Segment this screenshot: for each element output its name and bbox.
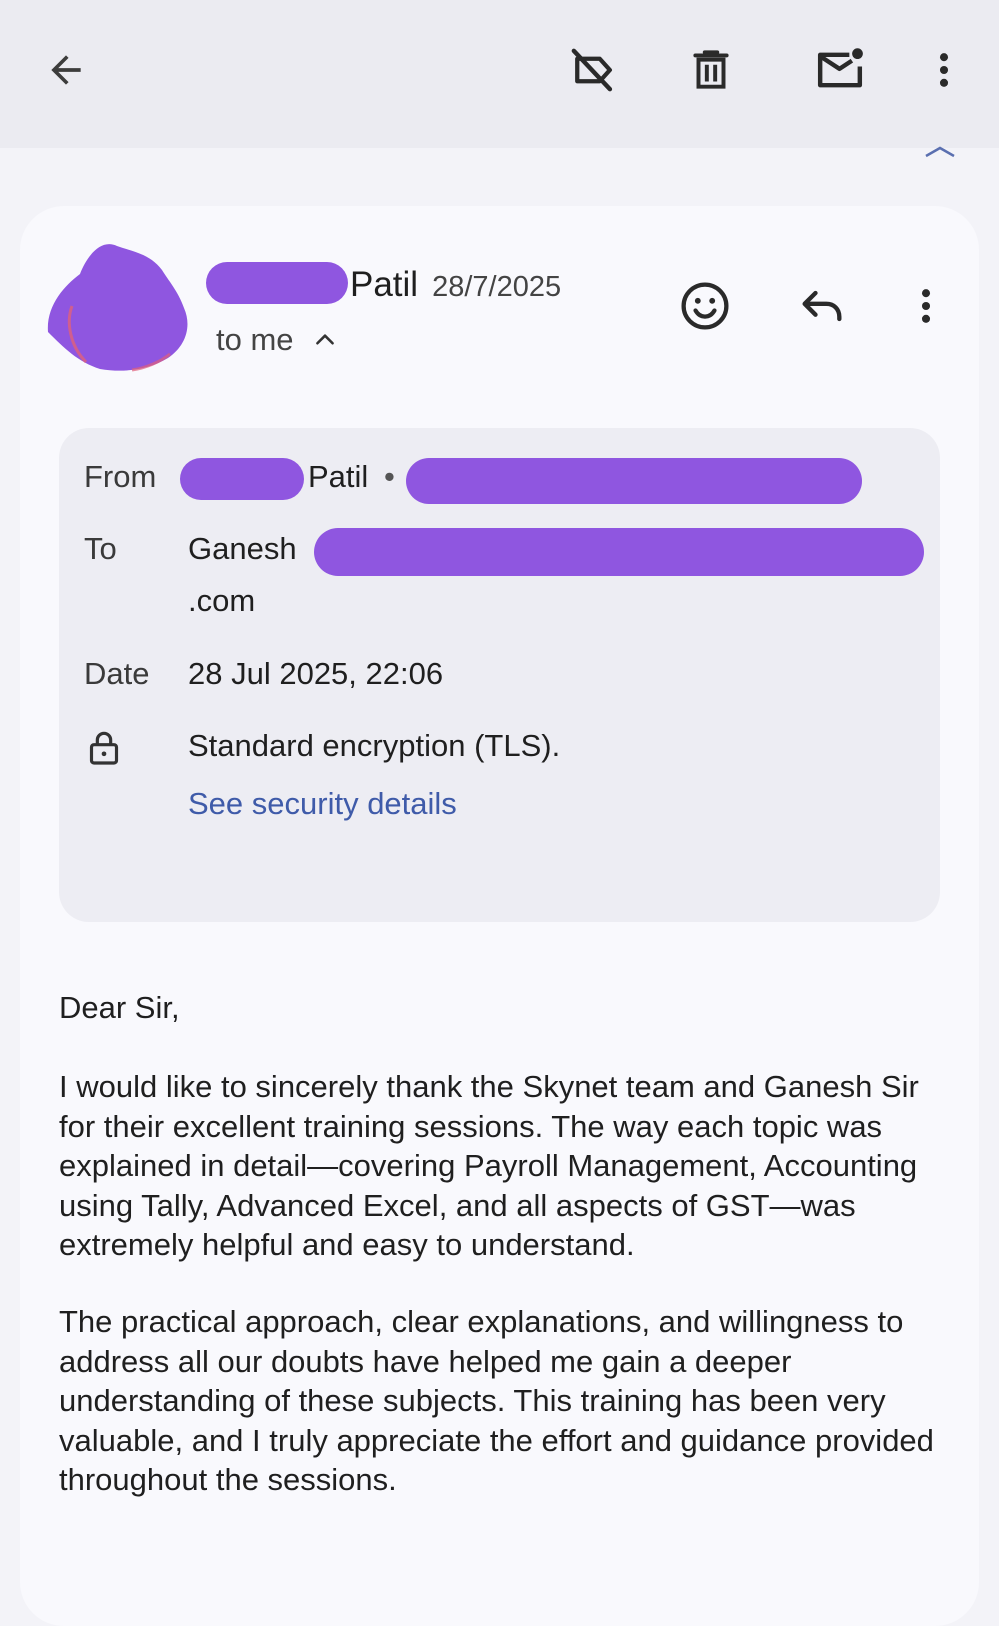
date-value: 28 Jul 2025, 22:06 [188,656,444,691]
body-paragraph-2: The practical approach, clear explanatio… [59,1304,934,1497]
trash-icon [693,50,729,89]
sender-name: Patil [350,265,419,304]
from-name: Patil [308,459,369,494]
remove-label-button[interactable] [559,36,627,104]
delete-button[interactable] [677,36,745,104]
recipients-toggle[interactable]: to me [216,322,338,358]
react-button[interactable] [675,276,735,336]
message-more-button[interactable] [896,276,956,336]
body-paragraph-1: I would like to sincerely thank the Skyn… [59,1069,919,1262]
encryption-text: Standard encryption (TLS). [188,728,561,763]
to-name: Ganesh [188,531,297,566]
body-greeting: Dear Sir, [59,990,180,1025]
avatar[interactable] [42,236,192,376]
redacted-name [206,262,348,304]
label-off-icon [571,48,613,92]
star-icon[interactable] [920,146,960,158]
more-vert-icon [939,53,949,87]
more-vert-icon [921,289,931,323]
to-me-label: to me [216,322,294,357]
mark-unread-button[interactable] [806,36,874,104]
from-separator: • [384,459,395,494]
top-app-bar [0,0,999,148]
more-options-button[interactable] [912,36,976,104]
sender-line: Patil 28/7/2025 [206,254,561,304]
security-details-link[interactable]: See security details [188,786,457,822]
to-continuation: .com [188,583,256,618]
redacted-from-email [406,458,862,504]
mail-unread-icon [817,48,863,88]
reply-button[interactable] [792,276,852,336]
redacted-from-name [180,458,304,500]
lock-icon [89,731,119,765]
back-button[interactable] [32,36,100,104]
chevron-up-icon [315,334,334,345]
message-date: 28/7/2025 [432,271,562,303]
to-label: To [84,531,117,566]
date-label: Date [84,656,150,691]
reply-icon [802,290,842,322]
arrow-left-icon [51,55,81,85]
redacted-to-email [314,528,924,576]
smiley-icon [681,282,729,330]
from-label: From [84,459,157,494]
